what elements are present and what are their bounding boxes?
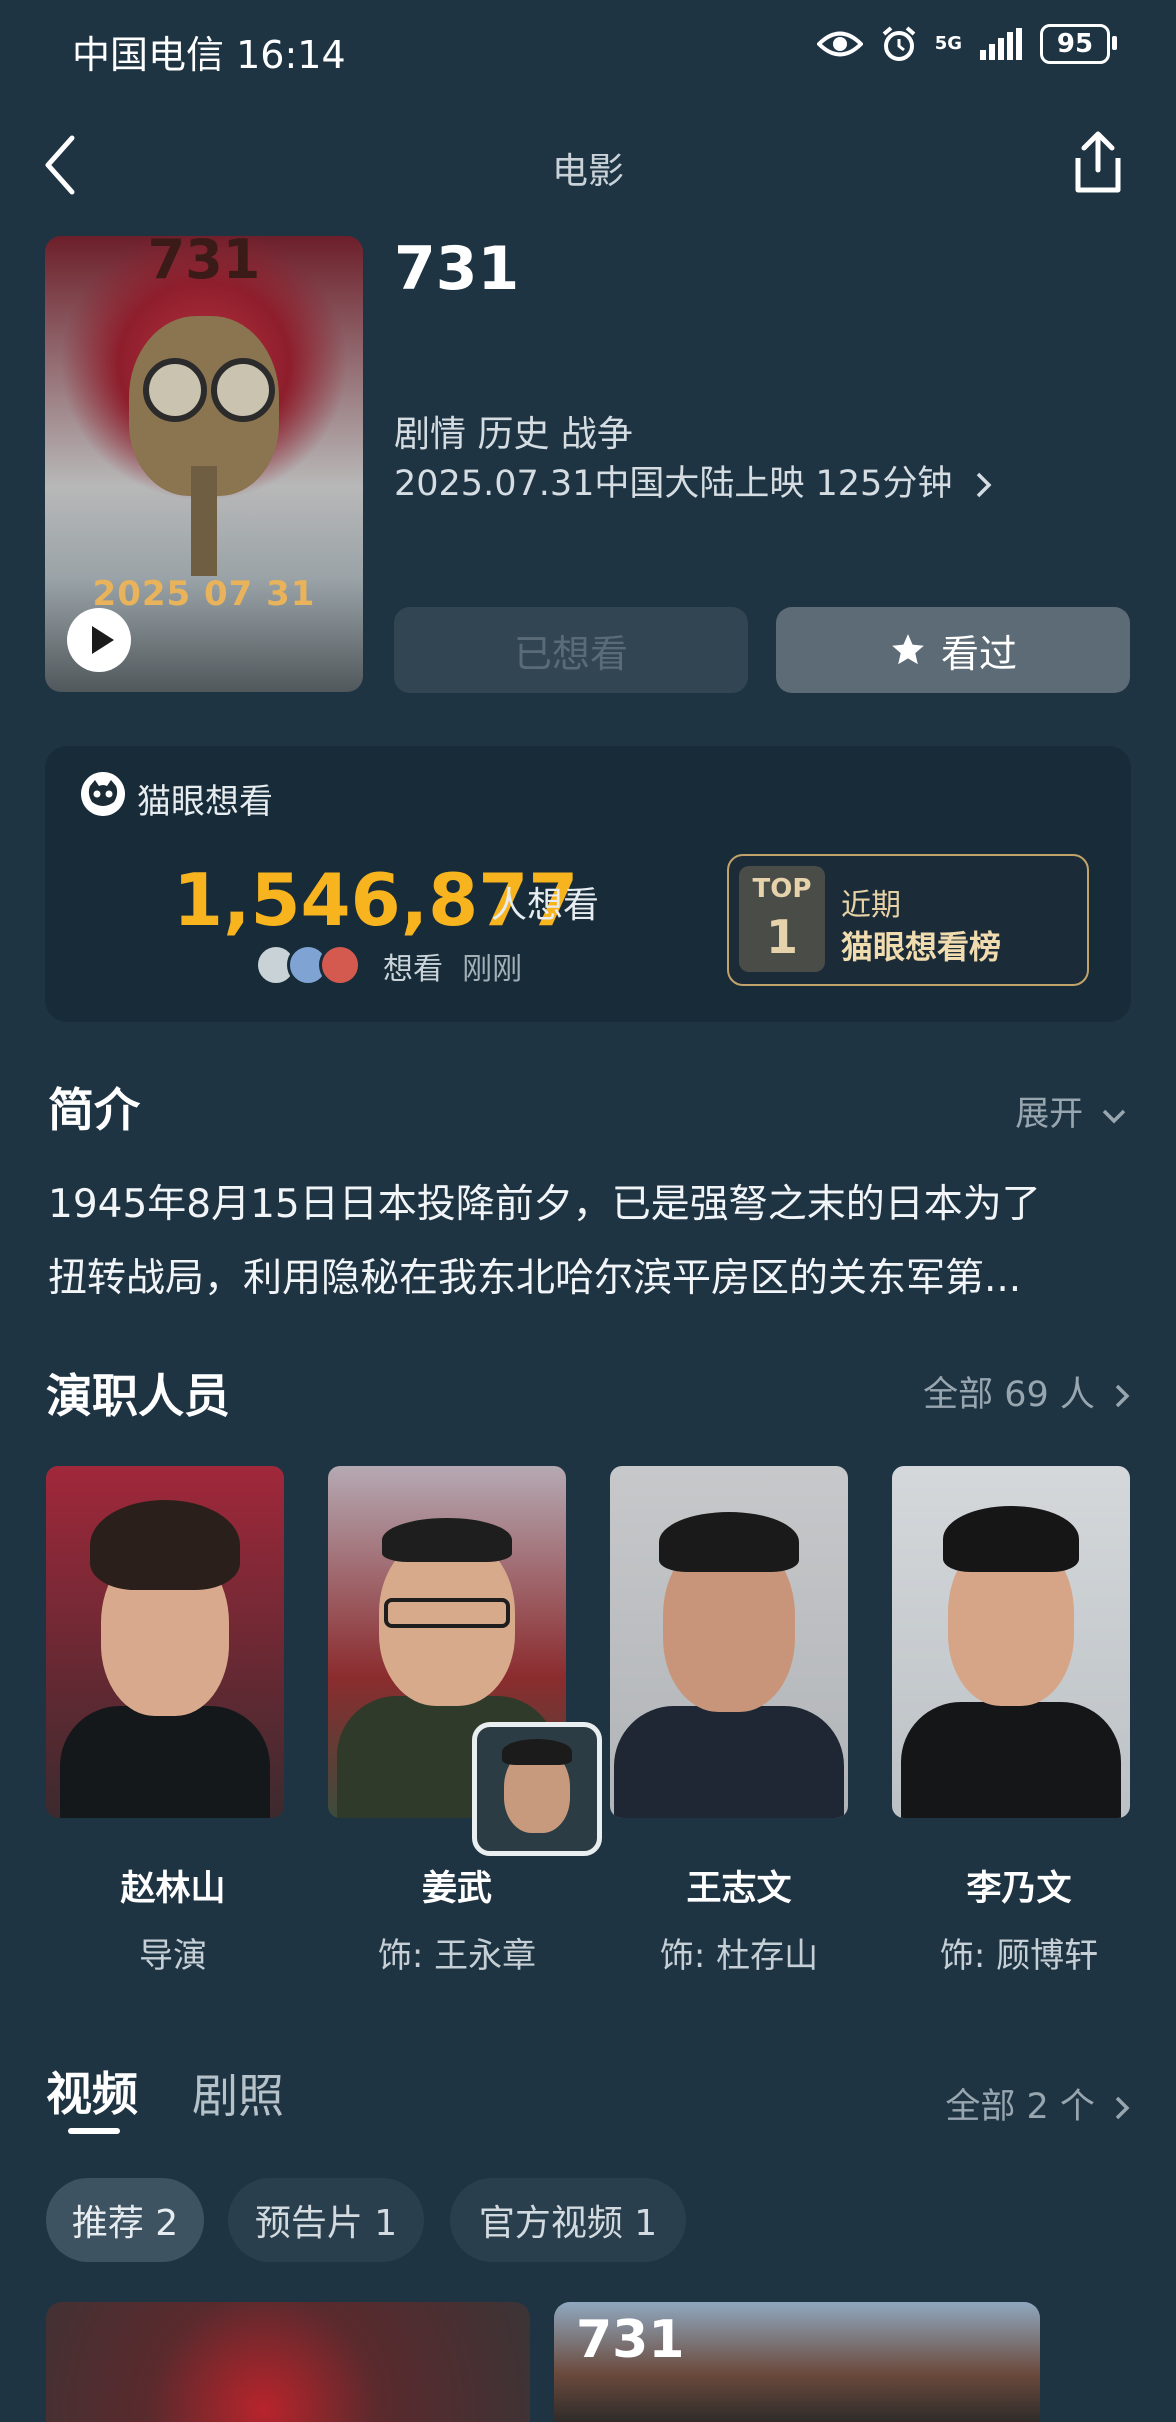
tab-stills[interactable]: 剧照 — [192, 2060, 284, 2126]
poster-title: 731 — [147, 236, 261, 291]
cast-photo[interactable] — [46, 1466, 284, 1818]
alarm-icon — [882, 26, 915, 61]
cast-name: 姜武 — [421, 1869, 492, 1909]
status-time: 16:14 — [236, 33, 346, 77]
want-rank-badge[interactable]: TOP 1 近期 猫眼想看榜 — [727, 854, 1089, 986]
want-source-label: 猫眼想看 — [137, 782, 273, 822]
video-thumbnail[interactable]: 731 — [554, 2302, 1040, 2422]
cast-role: 饰: 顾博轩 — [939, 1936, 1099, 1976]
rank-top-label: TOP — [752, 874, 812, 904]
status-carrier: 中国电信 16:14 — [72, 33, 346, 77]
rank-list-name: 猫眼想看榜 — [841, 928, 1002, 966]
status-icons: 5G 95 — [816, 24, 1117, 64]
release-text: 2025.07.31中国大陆上映 125分钟 — [394, 464, 953, 504]
wanted-button[interactable]: 已想看 — [394, 607, 748, 693]
tab-videos[interactable]: 视频 — [46, 2058, 138, 2124]
co-director-avatar[interactable] — [472, 1722, 602, 1856]
rank-number: 1 — [765, 910, 798, 964]
cast-all-label: 全部 69 人 — [923, 1375, 1095, 1415]
cast-name: 王志文 — [686, 1869, 792, 1909]
tab-active-indicator — [68, 2128, 120, 2134]
chevron-right-icon — [1115, 2096, 1130, 2120]
cast-role: 导演 — [139, 1936, 207, 1976]
movie-poster[interactable]: 731 2025 07 31 — [45, 236, 363, 692]
play-icon[interactable] — [67, 608, 131, 672]
eye-icon — [816, 31, 863, 57]
chevron-right-icon — [1115, 1384, 1130, 1408]
status-bar: 中国电信 16:14 5G 95 — [0, 0, 1176, 100]
chevron-down-icon — [1102, 1109, 1126, 1123]
share-icon[interactable] — [1068, 130, 1128, 196]
movie-title: 731 — [394, 234, 520, 304]
avatar-group — [255, 944, 361, 986]
cast-name: 李乃文 — [966, 1869, 1072, 1909]
cast-role: 饰: 王永章 — [377, 1936, 537, 1976]
expand-label: 展开 — [1015, 1094, 1084, 1134]
page-title: 电影 — [551, 151, 624, 192]
videos-all-link[interactable]: 全部 2 个 — [945, 2078, 1132, 2129]
thumbnail-title: 731 — [576, 2310, 685, 2370]
synopsis-title: 简介 — [48, 1083, 140, 1137]
maoyan-want-card: 猫眼想看 1,546,877 人想看 想看 刚刚 TOP 1 近期 猫眼想看榜 — [45, 746, 1131, 1022]
maoyan-cat-icon — [81, 772, 125, 816]
battery-level: 95 — [1056, 29, 1094, 59]
cast-role: 饰: 杜存山 — [659, 1936, 819, 1976]
cast-photo[interactable] — [610, 1466, 848, 1818]
cast-name: 赵林山 — [120, 1869, 226, 1909]
synopsis-line: 扭转战局，利用隐秘在我东北哈尔滨平房区的关东军第... — [48, 1256, 1022, 1301]
chip-official-videos[interactable]: 官方视频 1 — [450, 2178, 686, 2262]
cast-all-link[interactable]: 全部 69 人 — [923, 1366, 1132, 1417]
signal-icon — [980, 28, 1022, 60]
star-icon — [892, 634, 924, 665]
movie-release-info[interactable]: 2025.07.31中国大陆上映 125分钟 — [394, 455, 995, 506]
expand-button[interactable]: 展开 — [1015, 1086, 1128, 1135]
network-label: 5G — [934, 33, 962, 54]
rank-period: 近期 — [841, 888, 901, 923]
video-thumbnail[interactable] — [46, 2302, 530, 2422]
want-activity: 想看 刚刚 — [383, 944, 522, 988]
chip-trailers[interactable]: 预告片 1 — [228, 2178, 424, 2262]
rank-top-badge: TOP 1 — [739, 866, 825, 972]
avatar — [319, 944, 361, 986]
seen-button-label: 看过 — [940, 631, 1017, 676]
cast-photo[interactable] — [892, 1466, 1130, 1818]
battery-icon: 95 — [1040, 24, 1117, 64]
seen-button[interactable]: 看过 — [776, 607, 1130, 693]
chevron-right-icon — [977, 472, 992, 498]
want-unit: 人想看 — [491, 885, 600, 926]
movie-genres: 剧情 历史 战争 — [394, 414, 633, 455]
activity-action: 想看 — [383, 952, 443, 987]
synopsis-text[interactable]: 1945年8月15日日本投降前夕，已是强弩之末的日本为了 扭转战局，利用隐秘在我… — [48, 1168, 1134, 1316]
videos-all-label: 全部 2 个 — [945, 2087, 1095, 2127]
synopsis-line: 1945年8月15日日本投降前夕，已是强弩之末的日本为了 — [48, 1182, 1041, 1227]
gas-mask-illustration — [129, 316, 279, 576]
activity-time: 刚刚 — [462, 952, 523, 987]
cast-section-title: 演职人员 — [46, 1369, 230, 1423]
chip-recommended[interactable]: 推荐 2 — [46, 2178, 204, 2262]
